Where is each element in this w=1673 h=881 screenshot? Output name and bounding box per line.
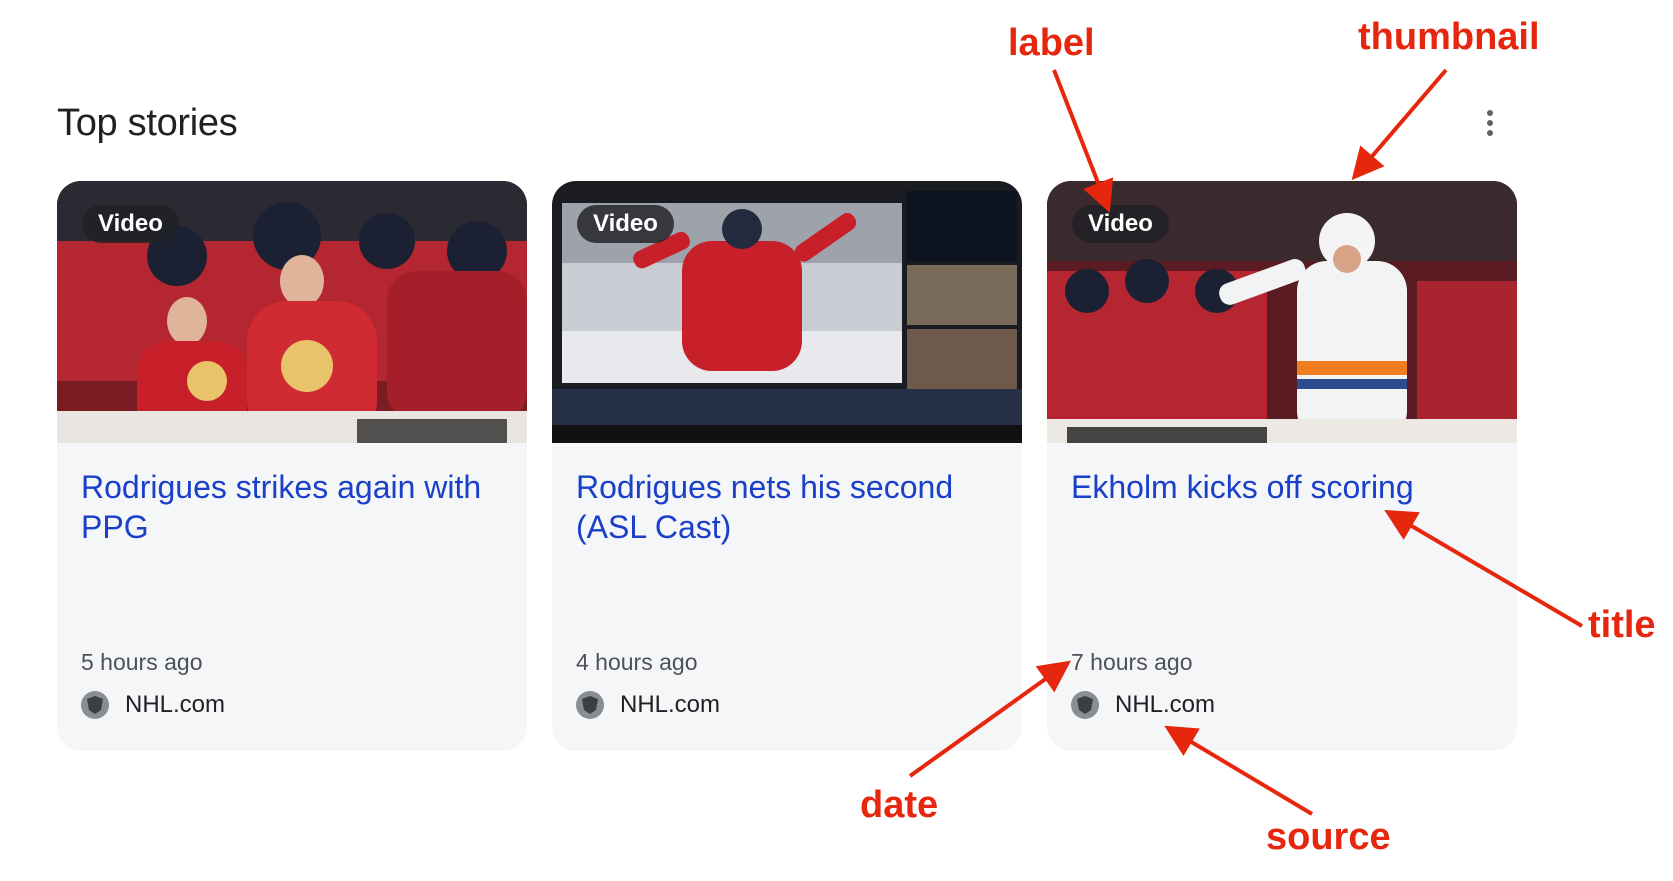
- story-card-2[interactable]: Video Rodrigues nets his second (ASL Cas…: [552, 181, 1022, 751]
- annotation-thumbnail: thumbnail: [1358, 16, 1540, 58]
- thumbnail-image: Video: [57, 181, 527, 443]
- story-date: 5 hours ago: [81, 649, 203, 675]
- annotation-source: source: [1266, 816, 1391, 858]
- arrow-to-label: [1052, 69, 1114, 213]
- video-label-badge: Video: [577, 205, 674, 243]
- story-title-link[interactable]: Ekholm kicks off scoring: [1071, 467, 1491, 507]
- nhl-logo-icon: [576, 691, 604, 719]
- story-date: 7 hours ago: [1071, 649, 1193, 675]
- story-source: NHL.com: [1071, 691, 1215, 719]
- annotation-date: date: [860, 784, 939, 826]
- thumbnail-image: Video: [1047, 181, 1517, 443]
- story-source: NHL.com: [576, 691, 720, 719]
- video-label-badge: Video: [1072, 205, 1169, 243]
- nhl-logo-icon: [81, 691, 109, 719]
- source-name: NHL.com: [1115, 691, 1216, 718]
- annotation-title: title: [1588, 604, 1656, 646]
- video-label-badge: Video: [82, 205, 179, 243]
- story-title-link[interactable]: Rodrigues strikes again with PPG: [81, 467, 501, 547]
- more-options-button[interactable]: [1478, 106, 1502, 140]
- arrow-to-thumbnail: [1351, 68, 1448, 181]
- more-vert-icon-dot: [1487, 130, 1493, 136]
- story-card-1[interactable]: Video Rodrigues strikes again with PPG 5…: [57, 181, 527, 751]
- story-title-link[interactable]: Rodrigues nets his second (ASL Cast): [576, 467, 996, 547]
- story-card-3[interactable]: Video Ekholm kicks off scoring 7 hours a…: [1047, 181, 1517, 751]
- story-source: NHL.com: [81, 691, 225, 719]
- top-stories-heading: Top stories: [57, 102, 238, 144]
- more-vert-icon: [1487, 110, 1493, 116]
- annotation-label: label: [1008, 22, 1095, 64]
- thumbnail-image: Video: [552, 181, 1022, 443]
- more-vert-icon-dot: [1487, 120, 1493, 126]
- nhl-logo-icon: [1071, 691, 1099, 719]
- source-name: NHL.com: [125, 691, 226, 718]
- source-name: NHL.com: [620, 691, 721, 718]
- story-date: 4 hours ago: [576, 649, 698, 675]
